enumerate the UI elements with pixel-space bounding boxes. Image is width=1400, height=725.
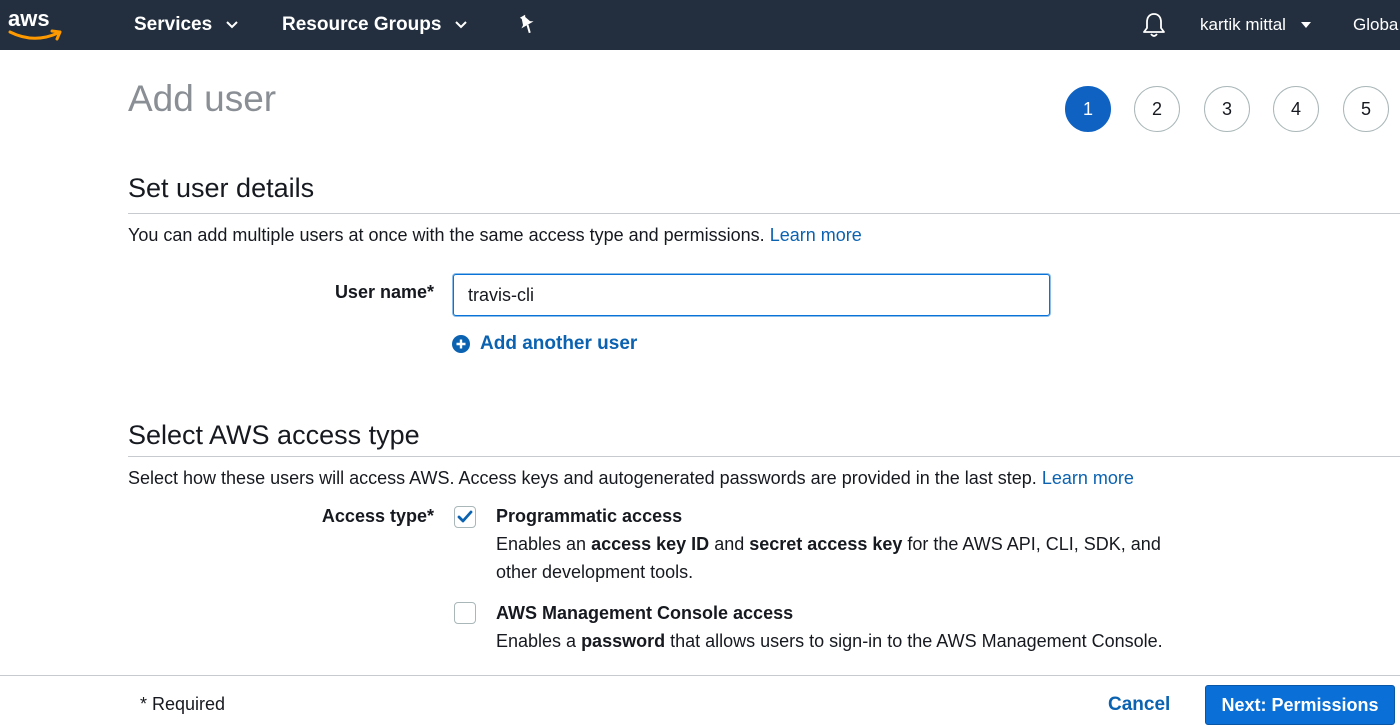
notifications-bell-icon[interactable] — [1142, 11, 1166, 39]
user-name-input[interactable] — [453, 274, 1050, 316]
aws-smile-icon — [8, 29, 62, 41]
services-menu[interactable]: Services — [134, 0, 238, 50]
desc-bold-text: password — [581, 631, 666, 651]
desc-text: and — [709, 534, 750, 554]
programmatic-access-checkbox[interactable] — [454, 506, 476, 528]
desc-text: that allows users to sign-in to the AWS … — [665, 631, 1163, 651]
set-user-details-heading: Set user details — [128, 173, 315, 203]
resource-groups-menu[interactable]: Resource Groups — [282, 0, 468, 50]
caret-down-icon — [1300, 22, 1311, 28]
programmatic-access-title: Programmatic access — [496, 506, 683, 526]
checkmark-icon — [457, 510, 473, 523]
programmatic-access-description: Enables an access key ID and secret acce… — [496, 530, 1196, 586]
learn-more-link[interactable]: Learn more — [1042, 468, 1134, 488]
access-type-description-text: Select how these users will access AWS. … — [128, 468, 1037, 488]
console-access-checkbox[interactable] — [454, 602, 476, 624]
user-name-label: User name* — [334, 282, 434, 302]
region-menu[interactable]: Globa — [1353, 0, 1398, 50]
add-another-user-label: Add another user — [480, 333, 638, 354]
plus-circle-icon — [452, 335, 470, 353]
wizard-step-3[interactable]: 3 — [1204, 86, 1250, 132]
user-details-description-text: You can add multiple users at once with … — [128, 225, 765, 245]
required-note: * Required — [140, 694, 226, 714]
user-details-description: You can add multiple users at once with … — [128, 225, 862, 246]
console-access-title: AWS Management Console access — [496, 603, 794, 623]
cancel-button[interactable]: Cancel — [1108, 694, 1170, 716]
resource-groups-label: Resource Groups — [282, 14, 442, 35]
desc-text: Enables a — [496, 631, 582, 651]
wizard-step-2[interactable]: 2 — [1134, 86, 1180, 132]
section-divider — [128, 456, 1400, 457]
desc-bold-text: secret access key — [749, 534, 903, 554]
footer-divider — [0, 675, 1400, 676]
chevron-down-icon — [455, 21, 468, 29]
access-type-description: Select how these users will access AWS. … — [128, 468, 1134, 489]
region-label: Globa — [1353, 15, 1399, 34]
add-another-user-button[interactable]: Add another user — [452, 333, 637, 355]
select-access-type-heading: Select AWS access type — [128, 420, 420, 450]
section-divider — [128, 213, 1400, 214]
account-menu[interactable]: kartik mittal — [1200, 0, 1312, 50]
page-title: Add user — [128, 78, 277, 119]
wizard-step-5[interactable]: 5 — [1343, 86, 1389, 132]
learn-more-link[interactable]: Learn more — [770, 225, 862, 245]
account-name: kartik mittal — [1200, 15, 1286, 34]
wizard-step-1[interactable]: 1 — [1065, 86, 1111, 132]
aws-logo[interactable]: aws — [8, 6, 64, 44]
next-permissions-button[interactable]: Next: Permissions — [1205, 685, 1395, 725]
desc-bold-text: access key ID — [591, 534, 710, 554]
chevron-down-icon — [226, 21, 238, 29]
services-label: Services — [134, 14, 213, 35]
pin-icon[interactable] — [516, 13, 538, 35]
top-navigation-bar: aws Services Resource Groups kartik mitt… — [0, 0, 1400, 50]
wizard-step-4[interactable]: 4 — [1273, 86, 1319, 132]
desc-text: Enables an — [496, 534, 592, 554]
console-access-description: Enables a password that allows users to … — [496, 627, 1196, 655]
access-type-label: Access type* — [321, 506, 434, 526]
